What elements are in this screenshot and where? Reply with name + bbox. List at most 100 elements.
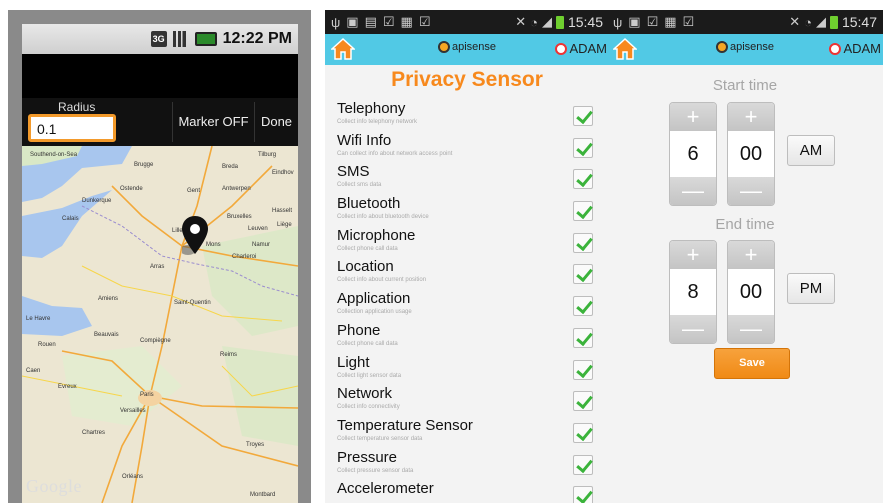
sensor-checkbox[interactable] xyxy=(573,486,593,503)
user-icon xyxy=(555,42,568,55)
sensor-row[interactable]: Network Collect info connectivity xyxy=(337,385,597,417)
map-label: Charleroi xyxy=(232,254,257,260)
end-minute-spinner: + 00 — xyxy=(727,240,775,344)
sensor-checkbox[interactable] xyxy=(573,327,593,348)
sensor-row[interactable]: Application Collection application usage xyxy=(337,290,597,322)
sensor-row[interactable]: Bluetooth Collect info about bluetooth de… xyxy=(337,195,597,227)
sensor-row[interactable]: Temperature Sensor Collect temperature se… xyxy=(337,417,597,449)
map-label: Montbard xyxy=(250,492,276,498)
start-time-label: Start time xyxy=(712,77,778,94)
sensor-description: Collect sms data xyxy=(337,182,382,189)
map-label: Rouen xyxy=(38,342,56,348)
check-notification-icon: ☑ xyxy=(382,14,395,29)
start-minute-spinner: + 00 — xyxy=(727,102,775,206)
location-pin-icon[interactable] xyxy=(182,216,208,256)
sensor-checkbox[interactable] xyxy=(573,422,593,443)
sensor-row[interactable]: Pressure Collect pressure sensor data xyxy=(337,449,597,481)
sensor-description: Collect info about current position xyxy=(337,277,427,284)
user-name: ADAM xyxy=(843,41,881,56)
increment-button[interactable]: + xyxy=(670,103,716,131)
start-hour-value[interactable]: 6 xyxy=(670,131,716,177)
download-icon: ▦ xyxy=(400,14,413,29)
sensor-checkbox[interactable] xyxy=(573,169,593,190)
marker-toggle-button[interactable]: Marker OFF xyxy=(172,102,254,142)
sensor-description: Collect info about bluetooth device xyxy=(337,214,429,221)
network-type-icon: 3G xyxy=(150,31,167,47)
sensor-name: Accelerometer xyxy=(337,480,434,498)
start-minute-value[interactable]: 00 xyxy=(728,131,774,177)
sensor-row[interactable]: Light Collect light sensor data xyxy=(337,354,597,386)
map-screen-inner: 3G 12:22 PM Radius 0.1 Marker OFF Done S… xyxy=(22,24,298,503)
sensor-row[interactable]: Accelerometer xyxy=(337,480,597,503)
sensor-name: Light xyxy=(337,353,370,371)
map-label: Eindhov xyxy=(272,170,294,176)
sensor-checkbox[interactable] xyxy=(573,296,593,317)
user-menu[interactable]: ADAM xyxy=(829,41,881,56)
start-ampm-toggle[interactable]: AM xyxy=(787,135,835,166)
decrement-button[interactable]: — xyxy=(670,315,716,343)
sensor-checkbox[interactable] xyxy=(573,264,593,285)
user-icon xyxy=(829,42,842,55)
radius-input[interactable]: 0.1 xyxy=(28,114,116,142)
end-minute-value[interactable]: 00 xyxy=(728,269,774,315)
decrement-button[interactable]: — xyxy=(728,315,774,343)
sensor-checkbox[interactable] xyxy=(573,359,593,380)
sensor-row[interactable]: Wifi Info Can collect info about network … xyxy=(337,132,597,164)
signal-icon xyxy=(172,31,189,47)
battery-icon xyxy=(555,15,564,29)
increment-button[interactable]: + xyxy=(670,241,716,269)
map-controls: Radius 0.1 Marker OFF Done xyxy=(22,98,298,146)
check-notification-icon: ☑ xyxy=(418,14,431,29)
sensor-row[interactable]: Phone Collect phone call data xyxy=(337,322,597,354)
battery-icon xyxy=(194,32,217,46)
map-label: Amiens xyxy=(98,296,119,302)
decrement-button[interactable]: — xyxy=(728,177,774,205)
screenshot-collage: 3G 12:22 PM Radius 0.1 Marker OFF Done S… xyxy=(0,0,883,503)
user-menu[interactable]: ADAM xyxy=(555,41,607,56)
sensor-name: Phone xyxy=(337,321,381,339)
map-label: Saint-Quentin xyxy=(174,300,211,306)
increment-button[interactable]: + xyxy=(728,241,774,269)
map-label: Reims xyxy=(220,352,238,358)
sensor-checkbox[interactable] xyxy=(573,232,593,253)
map-label: Breda xyxy=(222,164,239,170)
map-label: Arras xyxy=(150,264,165,270)
decrement-button[interactable]: — xyxy=(670,177,716,205)
sensor-checkbox[interactable] xyxy=(573,454,593,475)
end-ampm-toggle[interactable]: PM xyxy=(787,273,835,304)
sensor-description: Collect phone call data xyxy=(337,340,398,347)
action-bar: apisense ADAM xyxy=(607,34,883,65)
sensor-checkbox[interactable] xyxy=(573,201,593,222)
map-label: Calais xyxy=(62,216,79,222)
sensor-description: Collect light sensor data xyxy=(337,372,402,379)
sensor-name: Location xyxy=(337,258,394,276)
image-icon: ▤ xyxy=(364,14,377,29)
page-title: Privacy Sensor xyxy=(391,68,543,91)
signal-icon: ◢ xyxy=(541,14,552,29)
home-icon[interactable] xyxy=(613,37,637,61)
done-button[interactable]: Done xyxy=(254,102,298,142)
sensor-row[interactable]: Microphone Collect phone call data xyxy=(337,227,597,259)
map-label: Tilburg xyxy=(258,152,277,158)
sensor-description: Can collect info about network access po… xyxy=(337,150,453,157)
sensor-checkbox[interactable] xyxy=(573,106,593,126)
map-label: Liège xyxy=(277,222,292,228)
sensor-name: Telephony xyxy=(337,100,406,117)
sensor-description: Collect info connectivity xyxy=(337,404,400,411)
radius-label: Radius xyxy=(58,100,96,114)
save-button[interactable]: Save xyxy=(714,348,790,379)
map-label: Orléans xyxy=(122,474,144,480)
home-icon[interactable] xyxy=(331,37,355,61)
user-name: ADAM xyxy=(569,41,607,56)
sensor-checkbox[interactable] xyxy=(573,137,593,158)
sensor-row[interactable]: Telephony Collect info telephony network xyxy=(337,100,597,132)
increment-button[interactable]: + xyxy=(728,103,774,131)
map-view[interactable]: Southend-on-Sea Brugge Tilburg Breda Ein… xyxy=(22,146,298,503)
sensor-row[interactable]: SMS Collect sms data xyxy=(337,163,597,195)
end-hour-value[interactable]: 8 xyxy=(670,269,716,315)
sensor-description: Collection application usage xyxy=(337,309,412,316)
sensor-row[interactable]: Location Collect info about current posit… xyxy=(337,258,597,290)
sensor-checkbox[interactable] xyxy=(573,391,593,412)
map-label: Hasselt xyxy=(272,208,293,214)
map-label: Paris xyxy=(140,392,154,398)
